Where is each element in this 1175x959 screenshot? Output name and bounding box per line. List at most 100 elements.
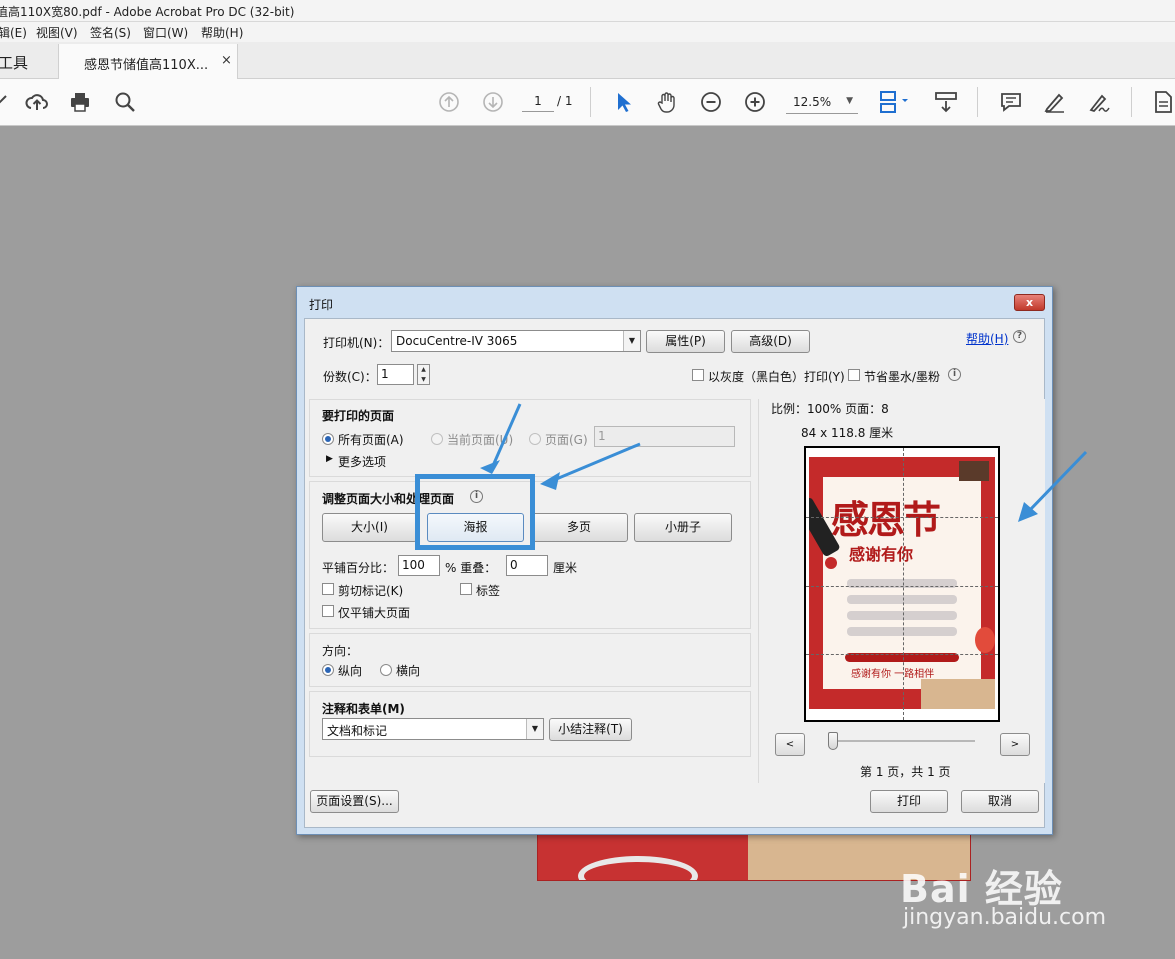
copies-stepper[interactable]: ▲ ▼	[417, 364, 430, 385]
save-ink-label: 节省墨水/墨粉	[864, 370, 941, 384]
printer-icon[interactable]	[68, 90, 92, 114]
properties-button[interactable]: 属性(P)	[646, 330, 725, 353]
poster-decoration	[825, 557, 837, 569]
menu-view[interactable]: 视图(V)	[36, 24, 78, 41]
comments-forms-value: 文档和标记	[327, 724, 388, 738]
copies-input[interactable]: 1	[377, 364, 414, 385]
tile-large-only-checkbox[interactable]	[322, 605, 334, 617]
tab-tools[interactable]: 工具	[0, 52, 28, 73]
info-icon[interactable]: i	[948, 368, 961, 381]
tile-scale-label: 平铺百分比：	[322, 561, 395, 575]
annotations-section-title: 注释和表单(M)	[322, 702, 405, 716]
menu-edit[interactable]: 辑(E)	[0, 24, 27, 41]
comments-forms-group: 注释和表单(M) 文档和标记 ▼ 小结注释(T)	[309, 691, 751, 757]
expand-triangle-icon[interactable]: ▶	[326, 454, 333, 464]
advanced-button[interactable]: 高级(D)	[731, 330, 810, 353]
comment-icon[interactable]	[999, 90, 1023, 114]
close-icon[interactable]: ×	[221, 53, 232, 68]
select-arrow-icon[interactable]	[612, 90, 636, 114]
tile-boundary-line	[806, 654, 998, 655]
scroll-mode-icon[interactable]	[934, 90, 958, 114]
tile-boundary-line	[806, 517, 998, 518]
cloud-upload-icon[interactable]	[25, 90, 49, 114]
toolbar-divider	[977, 87, 978, 117]
grayscale-label: 以灰度（黑白色）打印(Y)	[708, 370, 845, 384]
zoom-in-icon[interactable]	[743, 90, 767, 114]
help-link[interactable]: 帮助(H)	[966, 330, 1008, 347]
preview-prev-button[interactable]: <	[775, 733, 805, 756]
page-range-input[interactable]: 1	[594, 426, 735, 447]
chevron-down-icon: ▼	[623, 331, 640, 351]
portrait-label: 纵向	[338, 664, 363, 678]
save-ink-checkbox[interactable]	[848, 369, 860, 381]
summarize-comments-button[interactable]: 小结注释(T)	[549, 718, 632, 741]
tile-boundary-line	[806, 586, 998, 587]
page-total-label: / 1	[557, 94, 573, 108]
dialog-close-button[interactable]: x	[1014, 294, 1045, 311]
pages-section-title: 要打印的页面	[322, 409, 395, 423]
preview-page-slider-track[interactable]	[831, 740, 975, 742]
zoom-out-icon[interactable]	[699, 90, 723, 114]
preview-page-slider-thumb[interactable]	[828, 732, 838, 750]
all-pages-label: 所有页面(A)	[338, 433, 404, 447]
printer-select[interactable]: DocuCentre-IV 3065 ▼	[391, 330, 641, 352]
zoom-level-select[interactable]: 12.5% ▼	[786, 92, 858, 114]
menu-window[interactable]: 窗口(W)	[143, 24, 188, 41]
page-down-icon[interactable]	[481, 90, 505, 114]
zoom-level-value: 12.5%	[793, 95, 832, 109]
tab-document[interactable]: 感恩节储值高110X... ×	[58, 44, 238, 80]
baidu-watermark-url: jingyan.baidu.com	[903, 905, 1107, 930]
preview-next-button[interactable]: >	[1000, 733, 1030, 756]
overlap-input[interactable]: 0	[506, 555, 548, 576]
page-number-input[interactable]: 1	[522, 92, 554, 112]
toolbar-divider	[590, 87, 591, 117]
cut-marks-checkbox[interactable]	[322, 583, 334, 595]
highlight-pen-icon[interactable]	[1043, 90, 1067, 114]
stepper-up-icon[interactable]: ▲	[418, 365, 429, 375]
current-page-radio[interactable]	[431, 433, 443, 445]
landscape-radio[interactable]	[380, 664, 392, 676]
page-setup-button[interactable]: 页面设置(S)...	[310, 790, 399, 813]
search-icon[interactable]	[113, 90, 137, 114]
poster-blurred-text	[847, 611, 957, 620]
tab-bar: 工具 感恩节储值高110X... ×	[0, 42, 1175, 80]
print-button[interactable]: 打印	[870, 790, 948, 813]
multiple-mode-button[interactable]: 多页	[530, 513, 628, 542]
export-pdf-icon[interactable]	[1151, 90, 1175, 114]
grayscale-checkbox[interactable]	[692, 369, 704, 381]
help-icon[interactable]: ?	[1013, 330, 1026, 343]
labels-checkbox[interactable]	[460, 583, 472, 595]
fit-width-icon[interactable]	[878, 90, 914, 114]
preview-page-status: 第 1 页，共 1 页	[860, 765, 951, 779]
sign-icon[interactable]	[1087, 90, 1111, 114]
all-pages-radio[interactable]	[322, 433, 334, 445]
window-titlebar: 值高110X宽80.pdf - Adobe Acrobat Pro DC (32…	[0, 0, 1175, 22]
booklet-mode-button[interactable]: 小册子	[634, 513, 732, 542]
edit-icon[interactable]	[0, 90, 12, 114]
window-title: 值高110X宽80.pdf - Adobe Acrobat Pro DC (32…	[0, 5, 295, 19]
toolbar-divider	[1131, 87, 1132, 117]
size-mode-button[interactable]: 大小(I)	[322, 513, 417, 542]
chevron-down-icon: ▼	[846, 96, 853, 106]
page-range-radio[interactable]	[529, 433, 541, 445]
main-toolbar: 1 / 1 12.5% ▼	[0, 79, 1175, 126]
comments-forms-select[interactable]: 文档和标记 ▼	[322, 718, 544, 740]
preview-size-text: 84 x 118.8 厘米	[801, 426, 894, 440]
dialog-title: 打印	[309, 298, 334, 312]
menu-help[interactable]: 帮助(H)	[201, 24, 243, 41]
cancel-button[interactable]: 取消	[961, 790, 1039, 813]
page-up-icon[interactable]	[437, 90, 461, 114]
overlap-label: % 重叠：	[445, 561, 497, 575]
menu-sign[interactable]: 签名(S)	[90, 24, 131, 41]
dialog-body: 打印机(N)： DocuCentre-IV 3065 ▼ 属性(P) 高级(D)…	[304, 318, 1045, 828]
tutorial-highlight-box	[415, 474, 535, 550]
current-page-label: 当前页面(U)	[447, 433, 514, 447]
hand-icon[interactable]	[655, 90, 679, 114]
stepper-down-icon[interactable]: ▼	[418, 375, 429, 385]
labels-label: 标签	[476, 584, 501, 598]
tile-scale-input[interactable]: 100	[398, 555, 440, 576]
poster-decoration	[975, 627, 995, 653]
portrait-radio[interactable]	[322, 664, 334, 676]
more-options-toggle[interactable]: 更多选项	[338, 453, 386, 470]
page-range-label: 页面(G)	[545, 433, 588, 447]
